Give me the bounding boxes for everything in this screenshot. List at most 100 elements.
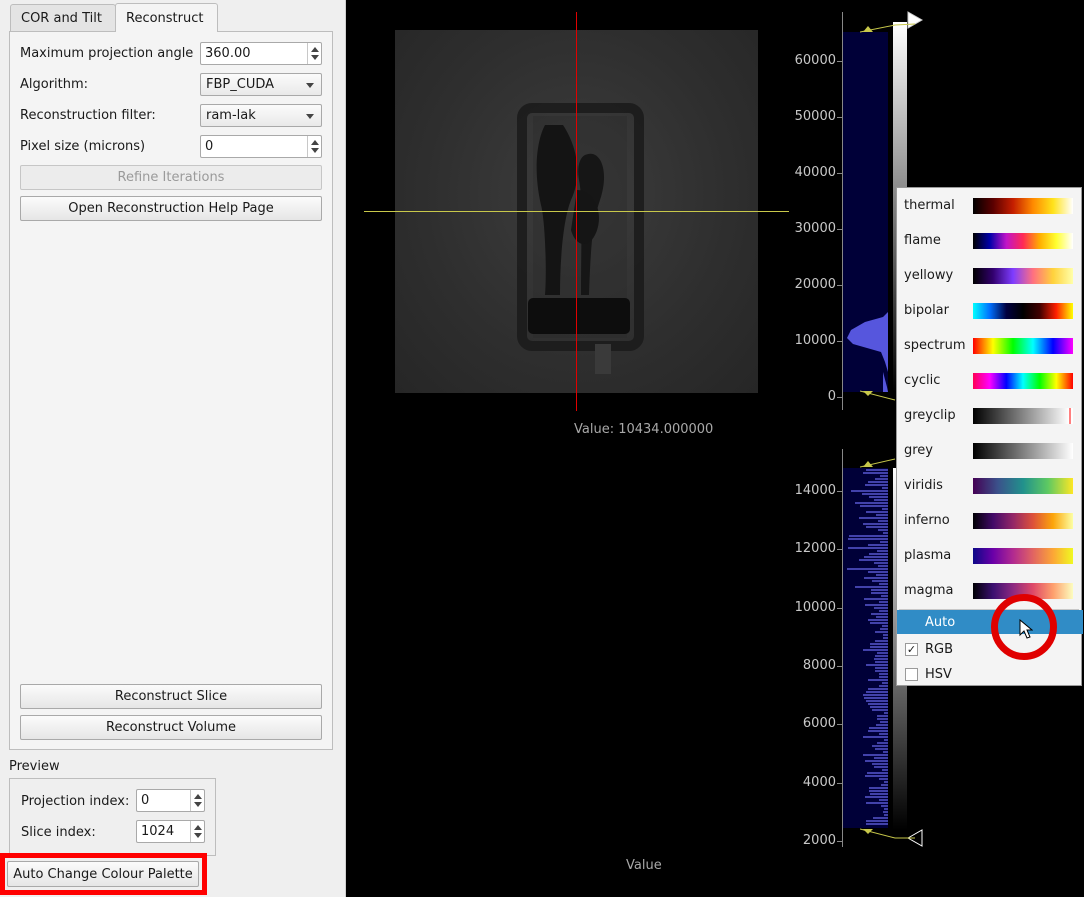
bottom-min-handle[interactable] xyxy=(860,826,930,848)
menu-item-spectrum[interactable]: spectrum xyxy=(897,328,1081,363)
bottom-tick-mark xyxy=(837,491,843,492)
palette-swatch xyxy=(973,548,1073,564)
rgb-label: RGB xyxy=(925,641,954,657)
filter-label: Reconstruction filter: xyxy=(20,107,156,123)
palette-name: grey xyxy=(904,443,934,458)
projection-index-spinbox[interactable]: 0 xyxy=(136,789,205,812)
palette-name: flame xyxy=(904,233,941,248)
palette-swatch xyxy=(973,338,1073,354)
max-angle-label: Maximum projection angle xyxy=(20,45,194,61)
menu-item-flame[interactable]: flame xyxy=(897,223,1081,258)
horizontal-crosshair[interactable] xyxy=(364,211,789,212)
projection-index-value: 0 xyxy=(141,793,150,808)
menu-item-thermal[interactable]: thermal xyxy=(897,188,1081,223)
slice-index-value: 1024 xyxy=(141,824,175,839)
hsv-label: HSV xyxy=(925,666,952,682)
hsv-checkbox[interactable] xyxy=(905,668,918,681)
palette-name: inferno xyxy=(904,513,950,528)
menu-item-yellowy[interactable]: yellowy xyxy=(897,258,1081,293)
bottom-tick-label: 2000 xyxy=(802,832,836,848)
spin-arrows[interactable] xyxy=(190,790,204,811)
spin-down-icon[interactable] xyxy=(311,148,319,153)
reconstruct-volume-button[interactable]: Reconstruct Volume xyxy=(20,715,322,740)
menu-item-inferno[interactable]: inferno xyxy=(897,503,1081,538)
pixel-size-spinbox[interactable]: 0 xyxy=(200,135,322,158)
algorithm-select[interactable]: FBP_CUDA xyxy=(200,73,322,96)
slice-index-spinbox[interactable]: 1024 xyxy=(136,820,205,843)
pixel-size-label: Pixel size (microns) xyxy=(20,138,146,154)
palette-swatch xyxy=(973,443,1073,459)
spin-arrows[interactable] xyxy=(307,43,321,64)
bottom-tick-label: 12000 xyxy=(794,541,836,557)
menu-item-greyclip[interactable]: greyclip xyxy=(897,398,1081,433)
chevron-down-icon xyxy=(306,114,314,119)
slice-index-label: Slice index: xyxy=(21,824,96,840)
spin-up-icon[interactable] xyxy=(311,47,319,52)
bottom-tick-label: 8000 xyxy=(802,657,836,673)
palette-swatch xyxy=(973,408,1073,424)
spin-up-icon[interactable] xyxy=(194,794,202,799)
filter-select[interactable]: ram-lak xyxy=(200,104,322,127)
preview-title: Preview xyxy=(9,758,60,774)
refine-iterations-button[interactable]: Refine Iterations xyxy=(20,165,322,190)
auto-change-label: Auto Change Colour Palette xyxy=(13,866,193,882)
menu-item-viridis[interactable]: viridis xyxy=(897,468,1081,503)
top-tick-mark xyxy=(837,397,843,398)
left-panel: COR and Tilt Reconstruct Maximum project… xyxy=(0,0,346,897)
top-tick-label: 30000 xyxy=(794,221,836,236)
top-max-handle[interactable] xyxy=(860,10,930,40)
bottom-tick-mark xyxy=(837,840,843,842)
top-tick-label: 50000 xyxy=(794,109,836,124)
spin-down-icon[interactable] xyxy=(194,802,202,807)
menu-item-auto-label: Auto xyxy=(925,614,956,630)
top-tick-mark xyxy=(837,173,843,174)
reconstruct-slice-label: Reconstruct Slice xyxy=(114,689,228,704)
menu-item-bipolar[interactable]: bipolar xyxy=(897,293,1081,328)
palette-name: spectrum xyxy=(904,338,966,353)
spin-arrows[interactable] xyxy=(307,136,321,157)
menu-item-grey[interactable]: grey xyxy=(897,433,1081,468)
spin-up-icon[interactable] xyxy=(311,140,319,145)
menu-item-hsv[interactable]: HSV xyxy=(897,662,1081,686)
bottom-tick-mark xyxy=(837,607,843,609)
tab-label: Reconstruct xyxy=(126,10,204,26)
menu-item-magma[interactable]: magma xyxy=(897,573,1081,608)
spin-down-icon[interactable] xyxy=(311,55,319,60)
tab-reconstruct[interactable]: Reconstruct xyxy=(115,3,218,32)
top-tick-mark xyxy=(837,285,843,286)
spin-down-icon[interactable] xyxy=(194,833,202,838)
palette-name: yellowy xyxy=(904,268,954,283)
bottom-tick-label: 14000 xyxy=(794,483,836,498)
value-axis-label: Value xyxy=(626,858,662,873)
auto-change-highlight: Auto Change Colour Palette xyxy=(0,853,207,895)
open-help-label: Open Reconstruction Help Page xyxy=(68,201,274,216)
filter-value: ram-lak xyxy=(206,108,256,123)
spin-up-icon[interactable] xyxy=(194,825,202,830)
bottom-tick-label: 6000 xyxy=(802,716,836,732)
palette-swatch xyxy=(973,198,1073,214)
value-readout: Value: 10434.000000 xyxy=(574,422,714,437)
reconstruct-slice-button[interactable]: Reconstruct Slice xyxy=(20,684,322,709)
pixel-size-value: 0 xyxy=(205,139,214,154)
projection-index-label: Projection index: xyxy=(21,793,130,809)
top-tick-mark xyxy=(837,61,843,62)
top-tick-mark xyxy=(837,341,843,342)
auto-change-colour-palette-button[interactable]: Auto Change Colour Palette xyxy=(7,861,199,887)
menu-item-cyclic[interactable]: cyclic xyxy=(897,363,1081,398)
menu-item-plasma[interactable]: plasma xyxy=(897,538,1081,573)
open-help-button[interactable]: Open Reconstruction Help Page xyxy=(20,196,322,221)
rgb-checkbox[interactable]: ✓ xyxy=(905,643,918,656)
palette-name: magma xyxy=(904,583,954,598)
top-tick-label: 60000 xyxy=(794,53,836,68)
top-histogram[interactable] xyxy=(843,32,888,392)
max-angle-spinbox[interactable]: 360.00 xyxy=(200,42,322,65)
palette-swatch xyxy=(973,233,1073,249)
mouse-pointer-icon xyxy=(1019,619,1033,639)
bottom-histogram[interactable] xyxy=(843,468,888,828)
spin-arrows[interactable] xyxy=(190,821,204,842)
palette-swatch xyxy=(973,268,1073,284)
tab-cor-and-tilt[interactable]: COR and Tilt xyxy=(10,4,116,32)
colour-palette-menu: thermal flame yellowy bipolar spectrum cyclic… xyxy=(896,187,1083,686)
bottom-tick-mark xyxy=(837,549,843,551)
palette-swatch xyxy=(973,303,1073,319)
